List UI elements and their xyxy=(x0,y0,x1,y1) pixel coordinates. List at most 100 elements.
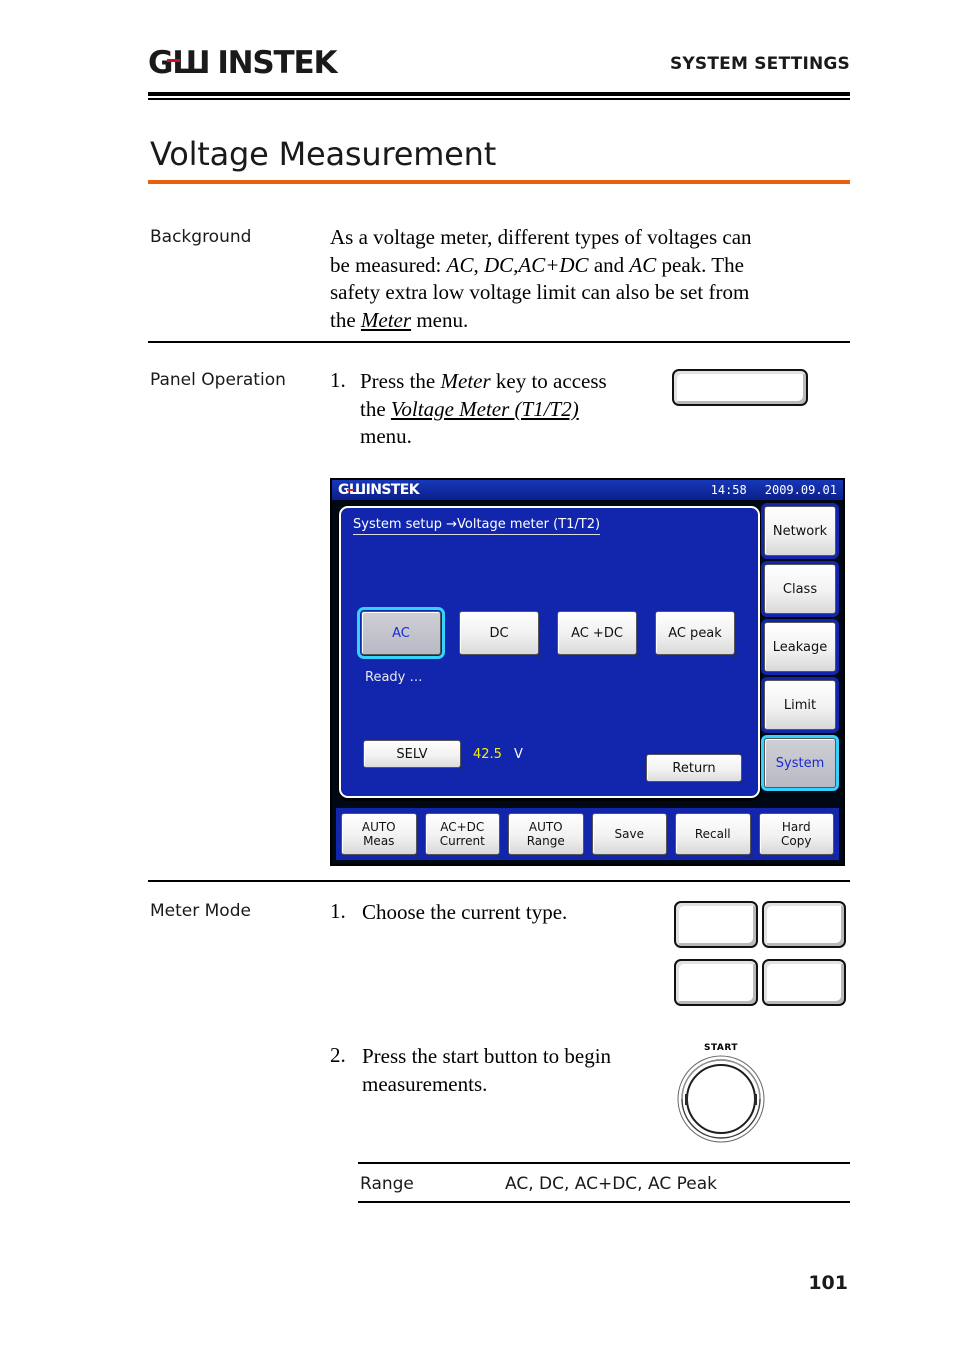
divider-range-top xyxy=(358,1162,850,1164)
screen-time: 14:58 xyxy=(710,483,747,497)
background-text: As a voltage meter, different types of v… xyxy=(330,224,850,334)
page-header: GШ INSTEK SYSTEM SETTINGS xyxy=(148,46,850,98)
fb-acdc-line2: Current xyxy=(439,834,485,848)
background-line3: safety extra low voltage limit can also … xyxy=(330,280,750,304)
screen-clock-area: 14:58 2009.09.01 xyxy=(711,483,837,497)
mm-step2-line2: measurements. xyxy=(362,1071,488,1096)
fb-range-line2: Range xyxy=(526,834,565,848)
fb-save-line1: Save xyxy=(614,827,644,841)
page-title: Voltage Measurement xyxy=(150,135,497,173)
po-meter-key: Meter xyxy=(440,369,491,393)
selv-button[interactable]: SELV xyxy=(361,738,463,770)
background-ac-1: AC xyxy=(446,252,474,277)
background-ac-2: AC xyxy=(629,252,657,277)
function-button-ac-dc-current[interactable]: AC+DC Current xyxy=(422,811,502,857)
screen-logo: GШINSTEK xyxy=(338,482,420,498)
range-value: AC, DC, AC+DC, AC Peak xyxy=(505,1174,717,1194)
header-rule-thick xyxy=(148,92,850,96)
meter-mode-key-top-right[interactable] xyxy=(762,901,846,948)
screen-main-panel: System setup →Voltage meter (T1/T2) AC D… xyxy=(339,506,760,798)
function-button-save[interactable]: Save xyxy=(589,811,669,857)
meter-mode-key-bottom-right[interactable] xyxy=(762,959,846,1006)
fb-acdc-line1: AC+DC xyxy=(440,820,485,834)
mode-button-ac-peak[interactable]: AC peak xyxy=(653,609,737,657)
document-page: GШ INSTEK SYSTEM SETTINGS Voltage Measur… xyxy=(0,0,954,1350)
screen-breadcrumb: System setup →Voltage meter (T1/T2) xyxy=(353,517,601,535)
meter-key-graphic[interactable] xyxy=(672,369,808,406)
meter-mode-step1-number: 1. xyxy=(330,899,346,923)
fb-hardcopy-line2: Copy xyxy=(781,834,812,848)
background-dcacdc: DC,AC+DC xyxy=(483,252,589,277)
background-line4-a: the xyxy=(330,307,361,332)
panel-operation-step1-number: 1. xyxy=(330,368,346,392)
sidebar-item-leakage[interactable]: Leakage xyxy=(761,619,839,675)
logo-instek-text: INSTEK xyxy=(217,45,337,81)
start-knob-graphic xyxy=(677,1055,765,1143)
sidebar-item-system[interactable]: System xyxy=(761,735,839,791)
po-step1-a: Press the xyxy=(360,369,441,393)
logo-red-bar xyxy=(167,59,180,62)
fb-auto-meas-line1: AUTO xyxy=(361,820,396,834)
screen-sidebar: Network Class Leakage Limit System xyxy=(761,503,839,791)
screen-logo-red-bar xyxy=(347,489,354,491)
title-underline-rule xyxy=(148,180,850,184)
meter-mode-step2-text: Press the start button to begin measurem… xyxy=(362,1043,672,1098)
screen-function-bar: AUTO Meas AC+DC Current AUTO Range Save … xyxy=(336,808,839,860)
selv-row: SELV 42.5 V xyxy=(361,738,523,770)
divider-background xyxy=(148,341,850,343)
background-line2-a: be measured: xyxy=(330,252,447,277)
divider-range-bottom xyxy=(358,1201,850,1203)
meter-mode-step2-number: 2. xyxy=(330,1043,346,1067)
po-step1-line3: menu. xyxy=(360,424,412,448)
header-section-title: SYSTEM SETTINGS xyxy=(669,54,850,74)
sidebar-item-class[interactable]: Class xyxy=(761,561,839,617)
return-button[interactable]: Return xyxy=(644,752,744,784)
meter-mode-key-top-left[interactable] xyxy=(674,901,758,948)
fb-range-line1: AUTO xyxy=(528,820,563,834)
page-number: 101 xyxy=(808,1272,848,1294)
selv-value: 42.5 xyxy=(473,746,502,762)
mm-step2-line1: Press the start button to begin xyxy=(362,1044,612,1068)
screen-logo-instek: INSTEK xyxy=(365,482,420,498)
background-line4-b: menu. xyxy=(411,307,469,332)
function-button-auto-meas[interactable]: AUTO Meas xyxy=(339,811,419,857)
po-voltage-meter-link: Voltage Meter (T1/T2) xyxy=(390,396,579,421)
sidebar-item-limit[interactable]: Limit xyxy=(761,677,839,733)
fb-auto-meas-line2: Meas xyxy=(363,834,395,848)
gwinstek-logo: GШ INSTEK xyxy=(148,45,337,81)
function-button-recall[interactable]: Recall xyxy=(673,811,753,857)
function-button-auto-range[interactable]: AUTO Range xyxy=(506,811,586,857)
meter-mode-label: Meter Mode xyxy=(150,901,251,921)
instrument-screen: GШINSTEK 14:58 2009.09.01 System setup →… xyxy=(330,478,845,866)
selv-unit: V xyxy=(513,746,523,762)
fb-recall-line1: Recall xyxy=(694,827,731,841)
mode-button-dc[interactable]: DC xyxy=(457,609,541,657)
background-line2-d: peak. The xyxy=(656,252,744,277)
background-label: Background xyxy=(150,227,252,247)
background-meter-link: Meter xyxy=(360,307,412,332)
meter-mode-step1-text: Choose the current type. xyxy=(362,900,568,924)
start-knob-label: START xyxy=(703,1043,739,1053)
function-button-hard-copy[interactable]: Hard Copy xyxy=(756,811,836,857)
start-knob[interactable]: START xyxy=(676,1043,766,1143)
background-line2-b: , xyxy=(473,252,484,277)
background-line2-c: and xyxy=(588,252,630,277)
fb-hardcopy-line1: Hard xyxy=(781,820,811,834)
divider-panel-operation xyxy=(148,880,850,882)
measurement-mode-row: AC DC AC +DC AC peak xyxy=(357,607,737,659)
sidebar-item-network[interactable]: Network xyxy=(761,503,839,559)
range-label: Range xyxy=(360,1174,414,1194)
panel-operation-step1-text: Press the Meter key to access the Voltag… xyxy=(360,368,660,451)
meter-mode-key-bottom-left[interactable] xyxy=(674,959,758,1006)
mode-button-ac-dc[interactable]: AC +DC xyxy=(555,609,639,657)
screen-topbar: GШINSTEK 14:58 2009.09.01 xyxy=(332,480,843,500)
po-step1-line2-a: the xyxy=(360,396,391,421)
logo-gw-text: GШ xyxy=(148,45,211,81)
po-step1-b: key to access xyxy=(490,369,607,393)
panel-operation-label: Panel Operation xyxy=(150,370,286,390)
screen-status-text: Ready … xyxy=(365,670,423,685)
background-line1: As a voltage meter, different types of v… xyxy=(330,225,752,249)
screen-date: 2009.09.01 xyxy=(764,483,837,497)
header-rule-thin xyxy=(148,98,850,100)
mode-button-ac[interactable]: AC xyxy=(357,607,445,659)
